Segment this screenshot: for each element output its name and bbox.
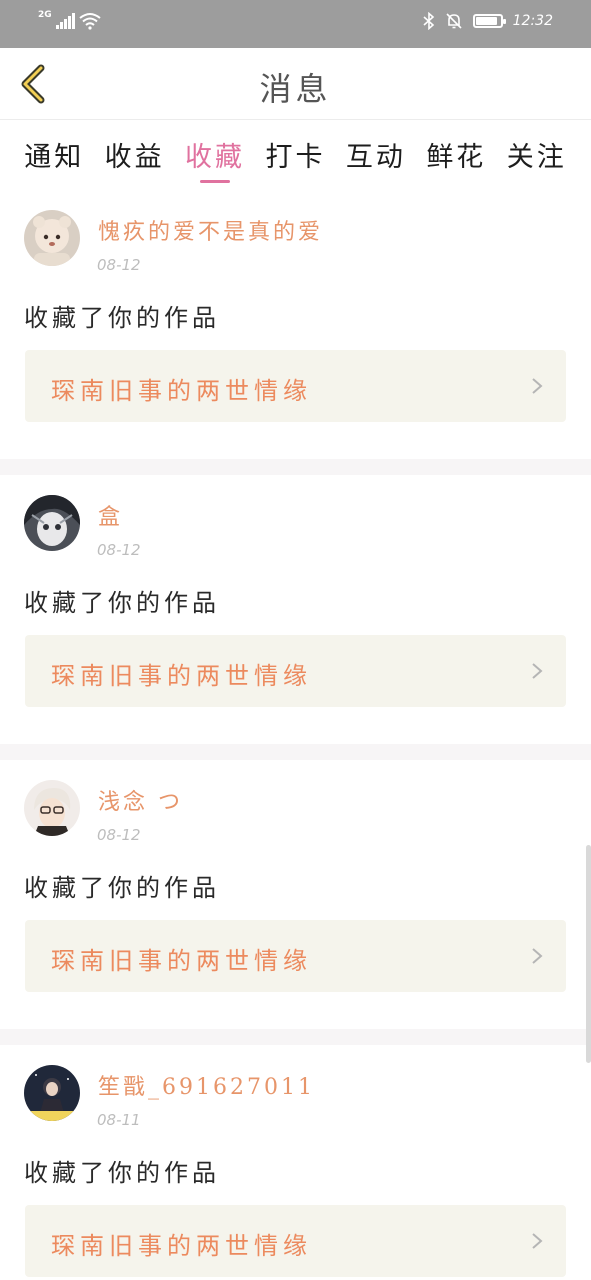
tab-follow[interactable]: 关注 bbox=[507, 121, 567, 187]
tab-earnings[interactable]: 收益 bbox=[105, 121, 165, 187]
tab-notice[interactable]: 通知 bbox=[24, 121, 84, 187]
notification-card: 盒 08-12 收藏了你的作品 琛南旧事的两世情缘 bbox=[0, 475, 591, 744]
divider bbox=[0, 459, 591, 475]
wifi-icon bbox=[79, 13, 101, 30]
divider bbox=[0, 1029, 591, 1045]
tab-checkin[interactable]: 打卡 bbox=[265, 121, 325, 187]
work-link[interactable]: 琛南旧事的两世情缘 bbox=[25, 920, 566, 992]
notification-card: 浅念 つ 08-12 收藏了你的作品 琛南旧事的两世情缘 bbox=[0, 760, 591, 1029]
tab-interaction[interactable]: 互动 bbox=[346, 121, 406, 187]
action-text: 收藏了你的作品 bbox=[24, 304, 220, 332]
status-right: 12:32 bbox=[423, 12, 553, 30]
tab-bar: 通知 收益 收藏 打卡 互动 鲜花 关注 bbox=[0, 121, 591, 187]
bluetooth-icon bbox=[423, 12, 434, 30]
action-text: 收藏了你的作品 bbox=[24, 874, 220, 902]
username[interactable]: 愧疚的爱不是真的爱 bbox=[98, 214, 323, 246]
avatar[interactable] bbox=[24, 1065, 80, 1121]
avatar[interactable] bbox=[24, 780, 80, 836]
notification-card: 愧疚的爱不是真的爱 08-12 收藏了你的作品 琛南旧事的两世情缘 bbox=[0, 190, 591, 459]
work-link[interactable]: 琛南旧事的两世情缘 bbox=[25, 635, 566, 707]
work-link[interactable]: 琛南旧事的两世情缘 bbox=[25, 1205, 566, 1277]
divider bbox=[0, 744, 591, 760]
date: 08-11 bbox=[97, 1111, 141, 1129]
work-title: 琛南旧事的两世情缘 bbox=[51, 662, 312, 690]
date: 08-12 bbox=[97, 826, 141, 844]
avatar[interactable] bbox=[24, 210, 80, 266]
page-title: 消息 bbox=[259, 70, 332, 108]
chevron-right-icon bbox=[532, 378, 543, 394]
status-bar: 2G 12:32 bbox=[0, 0, 591, 48]
username[interactable]: 盒 bbox=[98, 499, 123, 531]
network-type: 2G bbox=[38, 10, 52, 20]
mute-bell-icon bbox=[446, 13, 462, 29]
avatar[interactable] bbox=[24, 495, 80, 551]
notification-list: 愧疚的爱不是真的爱 08-12 收藏了你的作品 琛南旧事的两世情缘 盒 08-1… bbox=[0, 190, 591, 1280]
action-text: 收藏了你的作品 bbox=[24, 1159, 220, 1187]
work-link[interactable]: 琛南旧事的两世情缘 bbox=[25, 350, 566, 422]
signal-group: 2G bbox=[38, 10, 101, 30]
username[interactable]: 浅念 つ bbox=[98, 784, 183, 816]
scrollbar[interactable] bbox=[586, 845, 591, 1063]
work-title: 琛南旧事的两世情缘 bbox=[51, 947, 312, 975]
chevron-right-icon bbox=[532, 1233, 543, 1249]
username[interactable]: 笙戬_691627011 bbox=[98, 1069, 315, 1101]
tab-favorites[interactable]: 收藏 bbox=[185, 121, 245, 187]
date: 08-12 bbox=[97, 541, 141, 559]
signal-icon bbox=[55, 13, 75, 29]
notification-card: 笙戬_691627011 08-11 收藏了你的作品 琛南旧事的两世情缘 bbox=[0, 1045, 591, 1280]
action-text: 收藏了你的作品 bbox=[24, 589, 220, 617]
battery-icon bbox=[472, 14, 506, 28]
work-title: 琛南旧事的两世情缘 bbox=[51, 377, 312, 405]
date: 08-12 bbox=[97, 256, 141, 274]
nav-bar: 消息 bbox=[0, 48, 591, 120]
chevron-right-icon bbox=[532, 663, 543, 679]
tab-flowers[interactable]: 鲜花 bbox=[426, 121, 486, 187]
work-title: 琛南旧事的两世情缘 bbox=[51, 1232, 312, 1260]
clock: 12:32 bbox=[512, 13, 553, 29]
chevron-right-icon bbox=[532, 948, 543, 964]
